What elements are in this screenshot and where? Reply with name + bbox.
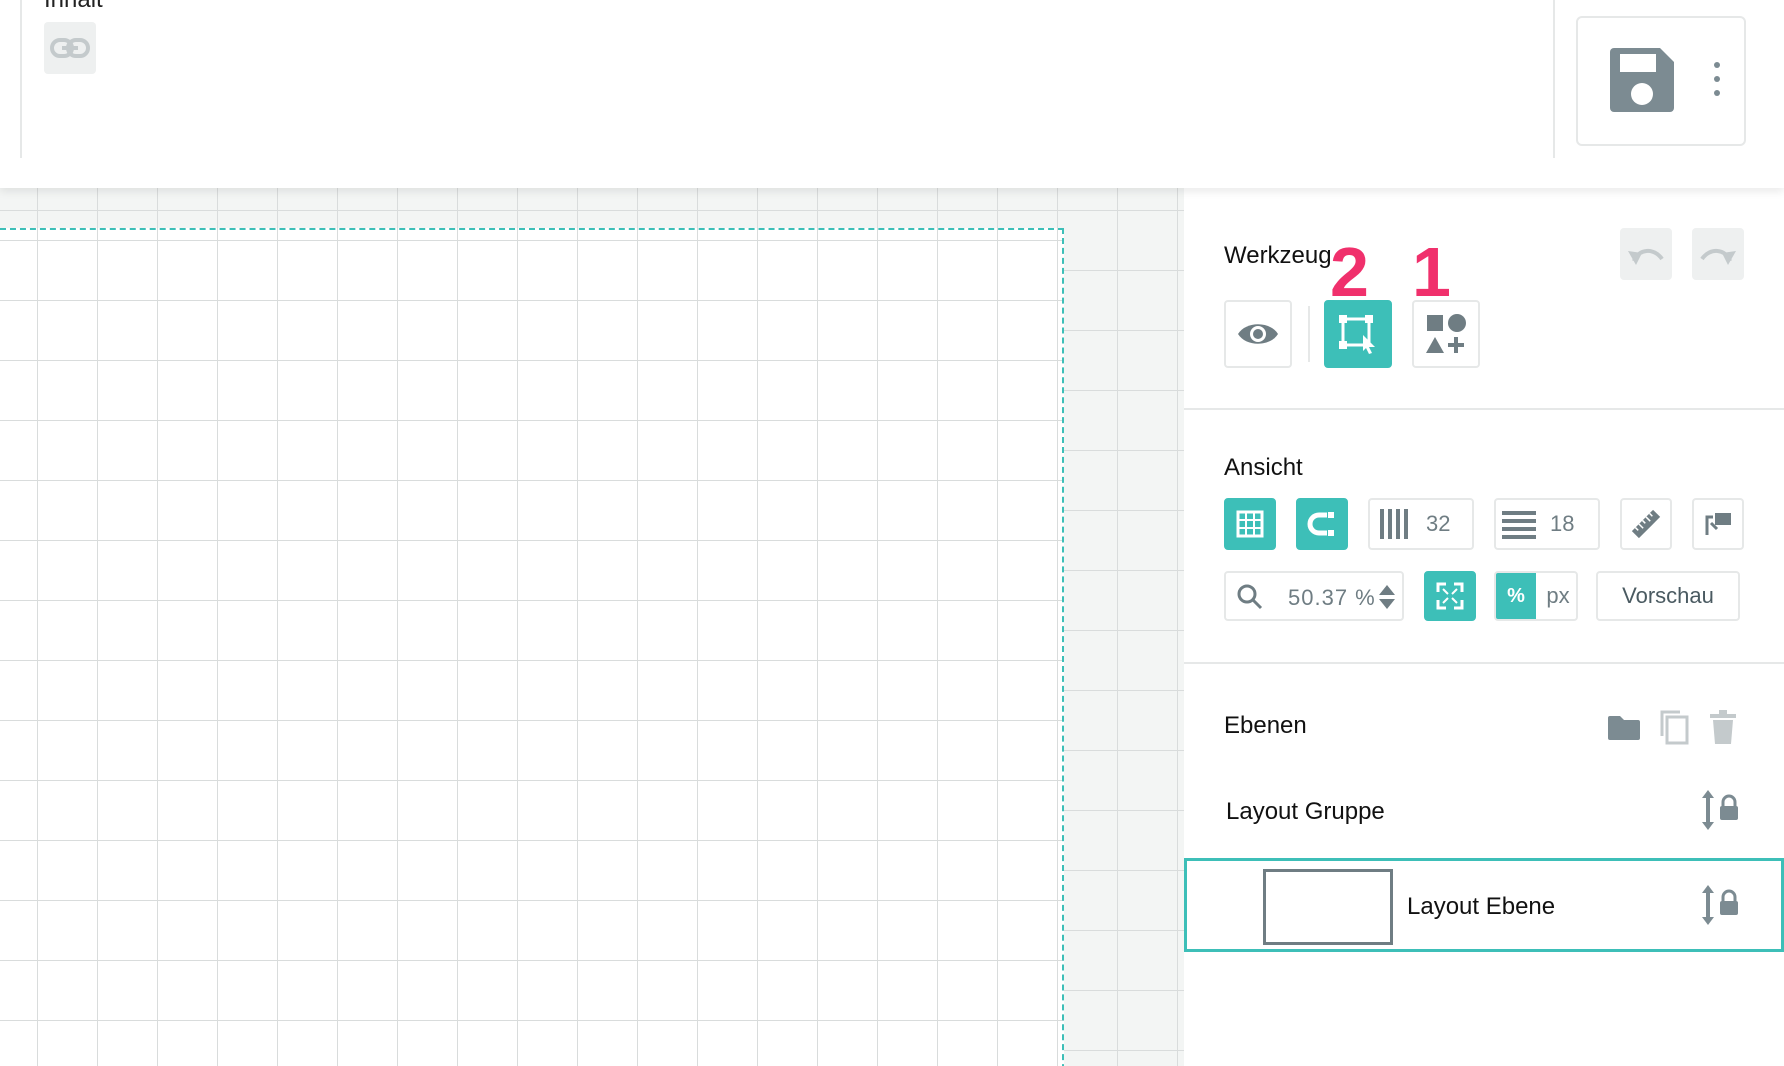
save-area	[1576, 16, 1746, 146]
layer-label: Layout Ebene	[1407, 893, 1556, 920]
tools-title: Werkzeuge	[1224, 242, 1345, 269]
zoom-control[interactable]: 50.37 %	[1224, 571, 1404, 621]
layer-label: Layout Gruppe	[1226, 798, 1385, 825]
rows-setting[interactable]: 18	[1494, 498, 1600, 550]
view-title: Ansicht	[1224, 454, 1303, 481]
guides-icon	[1705, 513, 1731, 535]
preview-mode-button[interactable]	[1224, 300, 1292, 368]
divider	[1553, 0, 1555, 158]
zoom-value[interactable]: 50.37 %	[1288, 585, 1376, 611]
redo-button[interactable]	[1692, 228, 1744, 280]
layer-row-selected[interactable]: Layout Ebene	[1184, 858, 1784, 952]
stepper-icon[interactable]	[1378, 583, 1396, 611]
copy-icon[interactable]	[1656, 708, 1690, 746]
floppy-disk-icon[interactable]	[1606, 44, 1678, 116]
snap-toggle-button[interactable]	[1296, 498, 1348, 550]
search-icon	[1237, 584, 1263, 610]
preview-button[interactable]: Vorschau	[1596, 571, 1740, 621]
annotation-badge-1: 1	[1412, 233, 1451, 311]
unit-px[interactable]: px	[1540, 573, 1576, 619]
guides-toggle-button[interactable]	[1692, 498, 1744, 550]
fit-screen-icon	[1436, 582, 1464, 610]
artboard[interactable]	[0, 228, 1064, 1066]
magnet-icon	[1307, 512, 1334, 536]
properties-panel: Werkzeuge Ansicht 32 18 50.37 % % px Vor…	[1184, 188, 1784, 1066]
undo-icon	[1628, 249, 1664, 265]
divider	[20, 0, 22, 158]
link-icon	[50, 38, 90, 58]
select-transform-icon	[1339, 315, 1375, 354]
annotation-badge-2: 2	[1330, 233, 1369, 311]
trash-icon[interactable]	[1710, 710, 1736, 744]
ruler-icon	[1631, 509, 1661, 539]
columns-value: 32	[1426, 511, 1451, 536]
redo-icon	[1700, 249, 1736, 265]
columns-icon	[1380, 509, 1408, 539]
top-bar: Inhalt	[0, 0, 1784, 188]
folder-icon[interactable]	[1606, 714, 1642, 742]
resize-lock-icon[interactable]	[1700, 788, 1740, 832]
columns-setting[interactable]: 32	[1368, 498, 1474, 550]
layer-row-group[interactable]: Layout Gruppe	[1184, 764, 1784, 858]
link-button[interactable]	[44, 22, 96, 74]
rows-icon	[1502, 511, 1536, 539]
undo-button[interactable]	[1620, 228, 1672, 280]
canvas-workspace[interactable]	[0, 188, 1184, 1066]
section-title-inhalt: Inhalt	[44, 0, 103, 14]
divider	[1184, 662, 1784, 664]
fit-to-screen-button[interactable]	[1424, 571, 1476, 621]
grid-toggle-button[interactable]	[1224, 498, 1276, 550]
divider	[1184, 408, 1784, 410]
ruler-toggle-button[interactable]	[1620, 498, 1672, 550]
rows-value: 18	[1550, 511, 1575, 536]
eye-icon	[1238, 324, 1278, 344]
layers-title: Ebenen	[1224, 712, 1307, 739]
grid-icon	[1236, 510, 1264, 538]
resize-lock-icon[interactable]	[1700, 883, 1740, 927]
divider	[1308, 306, 1310, 362]
shapes-add-icon	[1426, 314, 1466, 353]
layer-thumbnail	[1263, 869, 1393, 945]
unit-percent[interactable]: %	[1496, 573, 1536, 619]
kebab-menu-icon[interactable]	[1712, 62, 1722, 96]
unit-toggle[interactable]: % px	[1494, 571, 1578, 621]
